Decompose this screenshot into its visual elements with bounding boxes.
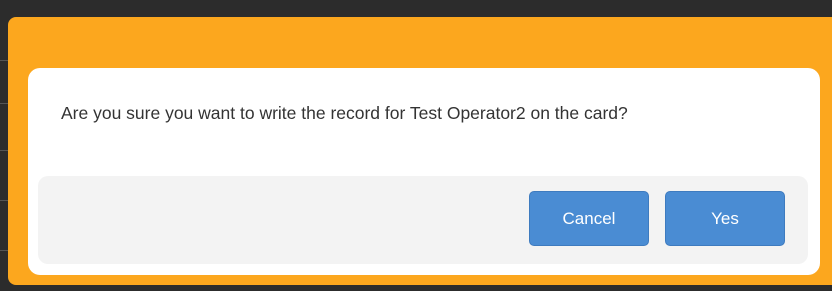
confirm-message: Are you sure you want to write the recor… [61, 103, 628, 123]
yes-button[interactable]: Yes [665, 191, 785, 246]
cancel-button[interactable]: Cancel [529, 191, 649, 246]
confirm-dialog: Are you sure you want to write the recor… [28, 68, 820, 275]
dialog-footer: Cancel Yes [38, 176, 808, 264]
